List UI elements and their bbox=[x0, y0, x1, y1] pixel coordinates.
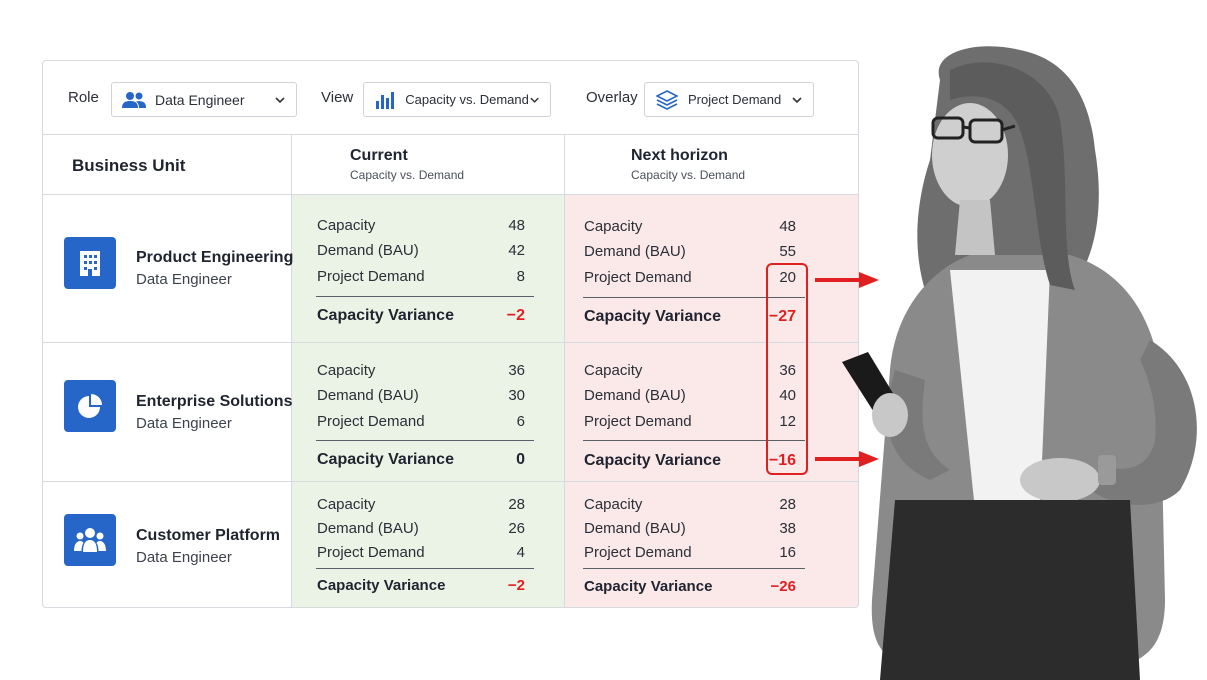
unit-name: Product Engineering bbox=[136, 249, 294, 266]
chevron-down-icon bbox=[530, 97, 539, 103]
metric-label: Capacity bbox=[584, 218, 643, 235]
overlay-label: Overlay bbox=[586, 89, 638, 106]
bar-chart-icon bbox=[374, 90, 396, 110]
layers-icon bbox=[655, 89, 679, 110]
metric-label: Demand (BAU) bbox=[317, 242, 419, 259]
building-icon bbox=[64, 237, 116, 289]
variance-label: Capacity Variance bbox=[584, 578, 713, 595]
unit-role: Data Engineer bbox=[136, 271, 232, 288]
metric-value: 28 bbox=[508, 496, 525, 513]
current-header-title: Current bbox=[350, 147, 408, 164]
unit-name: Enterprise Solutions bbox=[136, 393, 293, 410]
metric-value: 30 bbox=[508, 387, 525, 404]
variance-value: 0 bbox=[516, 451, 525, 468]
metric-label: Capacity bbox=[584, 496, 643, 513]
metric-value: 55 bbox=[779, 243, 796, 260]
unit-name: Customer Platform bbox=[136, 527, 281, 544]
overlay-select-value: Project Demand bbox=[688, 92, 782, 107]
business-unit-header: Business Unit bbox=[72, 156, 186, 175]
table-header: Business Unit Current Capacity vs. Deman… bbox=[43, 135, 858, 195]
metric-value: 28 bbox=[779, 496, 796, 513]
people-icon bbox=[122, 90, 146, 110]
unit-role: Data Engineer bbox=[136, 415, 232, 432]
variance-label: Capacity Variance bbox=[317, 577, 446, 594]
metric-value: 4 bbox=[516, 544, 525, 561]
highlight-box bbox=[766, 263, 808, 475]
metric-value: 48 bbox=[779, 218, 796, 235]
metric-label: Project Demand bbox=[584, 544, 692, 561]
view-select[interactable]: Capacity vs. Demand bbox=[363, 82, 551, 117]
variance-separator bbox=[316, 440, 534, 441]
chevron-down-icon bbox=[275, 96, 285, 103]
variance-value: −2 bbox=[506, 307, 525, 324]
metric-label: Project Demand bbox=[317, 544, 425, 561]
column-divider bbox=[291, 135, 292, 607]
row-divider bbox=[43, 481, 858, 482]
current-header-subtitle: Capacity vs. Demand bbox=[350, 168, 465, 182]
variance-label: Capacity Variance bbox=[317, 451, 454, 468]
variance-separator bbox=[316, 568, 534, 569]
variance-separator bbox=[583, 568, 805, 569]
role-label: Role bbox=[68, 89, 99, 106]
capacity-panel: Role Data Engineer View Capacity vs. Dem… bbox=[42, 60, 859, 608]
next-header-subtitle: Capacity vs. Demand bbox=[631, 168, 746, 182]
metric-value: 8 bbox=[516, 268, 525, 285]
metric-label: Demand (BAU) bbox=[584, 520, 686, 537]
variance-label: Capacity Variance bbox=[584, 452, 721, 469]
view-select-value: Capacity vs. Demand bbox=[405, 92, 529, 107]
metric-label: Project Demand bbox=[317, 268, 425, 285]
metric-label: Demand (BAU) bbox=[584, 243, 686, 260]
column-divider bbox=[564, 135, 565, 607]
person-photo bbox=[842, 46, 1197, 680]
view-label: View bbox=[321, 89, 354, 106]
metric-label: Capacity bbox=[317, 362, 376, 379]
metric-label: Demand (BAU) bbox=[584, 387, 686, 404]
pie-chart-icon bbox=[64, 380, 116, 432]
role-select[interactable]: Data Engineer bbox=[111, 82, 297, 117]
metric-label: Demand (BAU) bbox=[317, 520, 419, 537]
variance-label: Capacity Variance bbox=[317, 307, 454, 324]
metric-label: Capacity bbox=[317, 496, 376, 513]
metric-label: Capacity bbox=[584, 362, 643, 379]
overlay-select[interactable]: Project Demand bbox=[644, 82, 814, 117]
metric-label: Project Demand bbox=[317, 413, 425, 430]
metric-value: 26 bbox=[508, 520, 525, 537]
role-select-value: Data Engineer bbox=[155, 91, 245, 108]
metric-value: 42 bbox=[508, 242, 525, 259]
metric-value: 38 bbox=[779, 520, 796, 537]
variance-value: −2 bbox=[507, 577, 525, 594]
variance-value: −26 bbox=[770, 578, 796, 595]
row-divider bbox=[43, 342, 858, 343]
chevron-down-icon bbox=[792, 96, 802, 103]
metric-label: Project Demand bbox=[584, 413, 692, 430]
unit-role: Data Engineer bbox=[136, 549, 232, 566]
variance-separator bbox=[316, 296, 534, 297]
filter-toolbar: Role Data Engineer View Capacity vs. Dem… bbox=[43, 61, 858, 135]
metric-label: Capacity bbox=[317, 217, 376, 234]
metric-value: 6 bbox=[516, 413, 525, 430]
people-icon bbox=[64, 514, 116, 566]
metric-label: Project Demand bbox=[584, 269, 692, 286]
variance-label: Capacity Variance bbox=[584, 308, 721, 325]
metric-value: 16 bbox=[779, 544, 796, 561]
metric-value: 36 bbox=[508, 362, 525, 379]
next-header-title: Next horizon bbox=[631, 147, 728, 164]
metric-label: Demand (BAU) bbox=[317, 387, 419, 404]
metric-value: 48 bbox=[508, 217, 525, 234]
